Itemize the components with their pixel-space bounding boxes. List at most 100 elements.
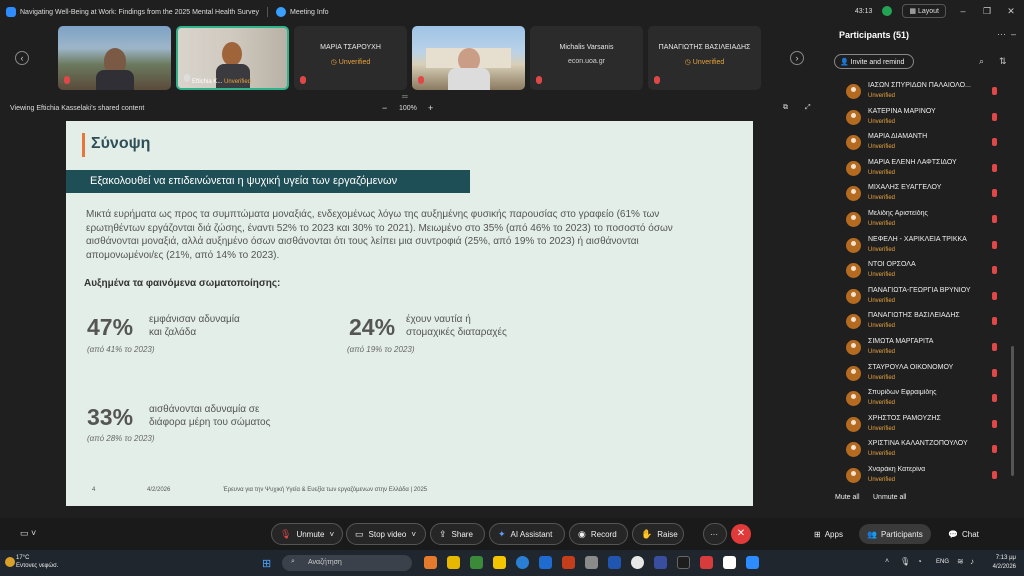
- video-tile[interactable]: ΠΑΝΑΓΙΩΤΗΣ ΒΑΣΙΛΕΙΑΔΗΣ ◷ Unverified: [648, 26, 761, 90]
- participants-button[interactable]: 👥 Participants: [859, 524, 931, 544]
- participant-row[interactable]: ΙΑΣΩΝ ΣΠΥΡΙΔΩΝ ΠΑΛΑΙΟΛΟ... Unverified: [829, 79, 1024, 105]
- video-tile[interactable]: [58, 26, 171, 90]
- meeting-info-link[interactable]: Meeting Info: [290, 9, 329, 16]
- muted-mic-icon[interactable]: [992, 291, 997, 300]
- raise-hand-button[interactable]: ✋ Raise: [632, 523, 684, 545]
- pop-out-icon[interactable]: ⧉: [783, 104, 788, 112]
- participant-row[interactable]: ΠΑΝΑΓΙΩΤΑ-ΓΕΩΡΓΙΑ ΒΡΥΝΙΟΥ Unverified: [829, 284, 1024, 310]
- muted-mic-icon[interactable]: [992, 112, 997, 121]
- muted-mic-icon[interactable]: [992, 419, 997, 428]
- chevron-down-icon[interactable]: ˅: [329, 530, 334, 539]
- file-explorer-icon[interactable]: [447, 556, 460, 569]
- muted-mic-icon[interactable]: [992, 317, 997, 326]
- participant-row[interactable]: Σπυρίδων Εφραιμίδης Unverified: [829, 386, 1024, 412]
- app-icon[interactable]: [677, 556, 690, 569]
- mute-all-button[interactable]: Mute all: [835, 494, 860, 501]
- outlook-icon[interactable]: [608, 556, 621, 569]
- firefox-icon[interactable]: [424, 556, 437, 569]
- unmute-all-button[interactable]: Unmute all: [873, 494, 906, 501]
- muted-mic-icon[interactable]: [992, 470, 997, 479]
- chrome-icon[interactable]: [631, 556, 644, 569]
- participant-row[interactable]: ΝΕΦΕΛΗ - ΧΑΡΙΚΛΕΙΑ ΤΡΙΚΚΑ Unverified: [829, 233, 1024, 259]
- muted-mic-icon[interactable]: [992, 445, 997, 454]
- edge-icon[interactable]: [516, 556, 529, 569]
- video-tile[interactable]: Michalis Varsanis econ.uoa.gr: [530, 26, 643, 90]
- muted-mic-icon[interactable]: [992, 138, 997, 147]
- stop-video-button[interactable]: ▭ Stop video ˅: [346, 523, 426, 545]
- tray-chevron-icon[interactable]: ˄: [885, 558, 889, 565]
- taskbar-search[interactable]: ⌕ Αναζήτηση: [282, 555, 412, 571]
- unmute-button[interactable]: 🎙 Unmute ˅: [271, 523, 343, 545]
- wifi-icon[interactable]: ≋: [957, 557, 964, 566]
- minimize-icon[interactable]: –: [956, 6, 970, 16]
- chat-button[interactable]: 💬 Chat: [940, 524, 987, 544]
- next-page-icon[interactable]: ›: [790, 51, 804, 65]
- participant-row[interactable]: ΠΑΝΑΓΙΩΤΗΣ ΒΑΣΙΛΕΙΑΔΗΣ Unverified: [829, 309, 1024, 335]
- language-indicator[interactable]: ENG: [936, 559, 949, 565]
- prev-page-icon[interactable]: ‹: [15, 51, 29, 65]
- start-icon[interactable]: ⊞: [262, 557, 271, 570]
- muted-mic-icon[interactable]: [992, 163, 997, 172]
- muted-mic-icon[interactable]: [992, 368, 997, 377]
- muted-mic-icon[interactable]: [992, 87, 997, 95]
- powerpoint-icon[interactable]: [562, 556, 575, 569]
- muted-mic-icon[interactable]: [992, 189, 997, 198]
- participant-row[interactable]: ΣΙΜΩΤΑ ΜΑΡΓΑΡΙΤΑ Unverified: [829, 335, 1024, 361]
- invite-button[interactable]: 👤 Invite and remind: [834, 54, 914, 69]
- security-status-icon[interactable]: [882, 6, 893, 16]
- layout-button[interactable]: ▦ Layout: [902, 4, 946, 18]
- app-icon[interactable]: [585, 556, 598, 569]
- share-button[interactable]: ⇪ Share: [430, 523, 485, 545]
- muted-mic-icon[interactable]: [992, 240, 997, 249]
- end-call-button[interactable]: ✕: [731, 524, 751, 544]
- word-icon[interactable]: [539, 556, 552, 569]
- weather-widget[interactable]: 17°C Εντονες νεφώσ.: [16, 554, 58, 570]
- record-button[interactable]: ◉ Record: [569, 523, 628, 545]
- fullscreen-icon[interactable]: ⤢: [805, 104, 811, 112]
- close-icon[interactable]: ✕: [1004, 6, 1018, 17]
- participant-row[interactable]: ΜΑΡΙΑ ΕΛΕΝΗ ΛΑΦΤΣΙΔΟΥ Unverified: [829, 156, 1024, 182]
- video-tile[interactable]: [412, 26, 525, 90]
- teams-icon[interactable]: [654, 556, 667, 569]
- participant-row[interactable]: Μελίδης Αριστείδης Unverified: [829, 207, 1024, 233]
- zoom-taskbar-icon[interactable]: [746, 556, 759, 569]
- muted-mic-icon[interactable]: [992, 266, 997, 275]
- participant-row[interactable]: ΜΑΡΙΑ ΔΙΑΜΑΝΤΗ Unverified: [829, 130, 1024, 156]
- network-icon[interactable]: ◔: [917, 557, 922, 566]
- zoom-out-icon[interactable]: −: [382, 103, 387, 113]
- volume-icon[interactable]: ♪: [970, 557, 974, 566]
- participant-row[interactable]: ΧΡΙΣΤΙΝΑ ΚΑΛΑΝΤΖΟΠΟΥΛΟΥ Unverified: [829, 437, 1024, 463]
- muted-mic-icon[interactable]: [992, 394, 997, 403]
- participant-row[interactable]: ΝΤΟΪ ΟΡΣΟΛΑ Unverified: [829, 258, 1024, 284]
- zoom-in-icon[interactable]: +: [428, 103, 433, 113]
- sort-icon[interactable]: ⇅: [999, 56, 1007, 67]
- ai-assistant-button[interactable]: ✦ AI Assistant: [489, 523, 565, 545]
- zoom-level[interactable]: 100%: [399, 105, 417, 112]
- mic-tray-icon[interactable]: 🎙: [900, 557, 910, 566]
- app-icon[interactable]: [470, 556, 483, 569]
- maximize-icon[interactable]: ❐: [980, 6, 994, 17]
- drag-handle-icon[interactable]: ═: [402, 92, 408, 101]
- more-icon[interactable]: ···: [997, 29, 1006, 39]
- participant-row[interactable]: Χναράκη Κατερίνα Unverified: [829, 463, 1024, 489]
- video-tile[interactable]: ΜΑΡΙΑ ΤΣΑΡΟΥΧΗ ◷ Unverified: [294, 26, 407, 90]
- app-icon[interactable]: [493, 556, 506, 569]
- clock[interactable]: 7:13 μμ 4/2/2026: [993, 554, 1016, 572]
- app-icon[interactable]: [723, 556, 736, 569]
- participant-row[interactable]: ΜΙΧΑΛΗΣ ΕΥΑΓΓΕΛΟΥ Unverified: [829, 181, 1024, 207]
- muted-mic-icon[interactable]: [992, 342, 997, 351]
- participant-row[interactable]: ΧΡΗΣΤΟΣ ΡΑΜΟΥΖΗΣ Unverified: [829, 412, 1024, 438]
- captions-icon[interactable]: ▭ ˅: [20, 528, 36, 539]
- more-button[interactable]: ···: [703, 523, 727, 545]
- participant-row[interactable]: ΣΤΑΥΡΟΥΛΑ ΟΙΚΟΝΟΜΟΥ Unverified: [829, 361, 1024, 387]
- participant-row[interactable]: ΚΑΤΕΡΙΝΑ ΜΑΡΙΝΟΥ Unverified: [829, 105, 1024, 131]
- scrollbar[interactable]: [1011, 346, 1014, 476]
- chevron-down-icon[interactable]: ˅: [411, 530, 416, 539]
- apps-button[interactable]: ⊞ Apps: [806, 524, 851, 544]
- video-tile-active-speaker[interactable]: Eftichia K... Unverified: [176, 26, 289, 90]
- muted-mic-icon[interactable]: [992, 214, 997, 223]
- app-icon[interactable]: [700, 556, 713, 569]
- search-icon[interactable]: ⌕: [979, 56, 984, 67]
- minimize-panel-icon[interactable]: –: [1011, 29, 1016, 39]
- shield-icon[interactable]: [276, 7, 287, 17]
